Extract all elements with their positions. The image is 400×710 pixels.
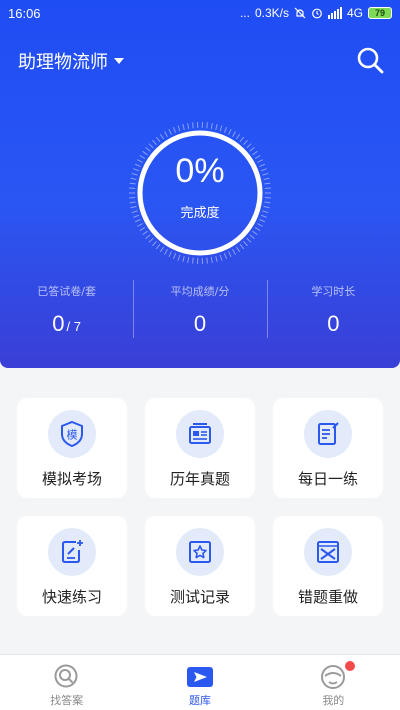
card-label: 错题重做 <box>297 588 358 606</box>
test-record-card[interactable]: 测试记录 <box>145 516 255 616</box>
network-type: 4G <box>346 6 363 20</box>
nav-profile[interactable]: 我的 <box>267 655 400 710</box>
card-label: 模拟考场 <box>41 470 102 488</box>
progress-label: 完成度 <box>180 206 220 221</box>
search-icon[interactable] <box>354 44 386 76</box>
network-speed: 0.3K/s <box>254 6 289 20</box>
search-answer-icon <box>54 664 78 688</box>
stat-total: / 7 <box>66 319 82 334</box>
status-dots: ... <box>239 6 250 20</box>
progress-ring: 0% 完成度 <box>127 120 273 266</box>
bottom-nav: 找答案 题库 我的 <box>0 654 400 710</box>
question-bank-icon <box>186 667 213 687</box>
nav-label: 题库 <box>188 694 211 707</box>
alarm-icon <box>312 8 322 19</box>
stat-answered-papers: 已答试卷/套 0/ 7 <box>0 280 133 340</box>
status-time: 16:06 <box>8 6 41 21</box>
quick-practice-card[interactable]: 快速练习 <box>17 516 127 616</box>
signal-icon <box>327 7 342 19</box>
stat-value: 0 <box>193 311 207 336</box>
hero-panel: 16:06 ... 0.3K/s 4G 79 助理物流师 0% 完成度 已答试卷… <box>0 0 400 368</box>
stat-study-time: 学习时长 0 <box>266 280 400 340</box>
stats-row: 已答试卷/套 0/ 7 平均成绩/分 0 学习时长 0 <box>0 280 400 340</box>
nav-label: 我的 <box>322 694 345 707</box>
stat-label: 已答试卷/套 <box>37 285 97 298</box>
svg-text:模: 模 <box>67 429 78 442</box>
daily-practice-card[interactable]: 每日一练 <box>273 398 383 498</box>
status-bar: 16:06 ... 0.3K/s 4G 79 <box>0 0 400 28</box>
nav-find-answer[interactable]: 找答案 <box>0 655 133 710</box>
nav-label: 找答案 <box>50 694 84 707</box>
stat-average-score: 平均成绩/分 0 <box>133 280 266 340</box>
quick-practice-icon <box>62 540 83 563</box>
feature-grid: 模 模拟考场 历年真题 每日一练 快速练习 测试记录 错题重做 <box>17 398 384 616</box>
card-label: 每日一练 <box>297 470 358 488</box>
past-papers-card[interactable]: 历年真题 <box>145 398 255 498</box>
card-label: 历年真题 <box>169 470 230 488</box>
card-label: 测试记录 <box>169 588 230 606</box>
subject-selector[interactable]: 助理物流师 <box>18 48 124 74</box>
mute-icon <box>294 7 306 19</box>
mock-exam-card[interactable]: 模 模拟考场 <box>17 398 127 498</box>
stat-value: 0 <box>52 311 65 336</box>
profile-icon <box>321 665 346 689</box>
exam-shield-icon: 模 <box>61 420 83 448</box>
chevron-down-icon <box>114 58 124 64</box>
nav-question-bank[interactable]: 题库 <box>133 655 266 710</box>
progress-percent: 0% <box>175 152 225 190</box>
stat-label: 平均成绩/分 <box>170 285 230 298</box>
status-right: ... 0.3K/s 4G 79 <box>240 6 392 20</box>
stat-value: 0 <box>327 311 340 336</box>
subject-title: 助理物流师 <box>18 52 108 73</box>
notification-badge <box>345 661 355 671</box>
past-papers-icon <box>189 423 211 444</box>
daily-practice-icon <box>318 422 339 445</box>
wrong-questions-card[interactable]: 错题重做 <box>273 516 383 616</box>
battery-icon: 79 <box>368 7 392 19</box>
card-label: 快速练习 <box>41 588 102 606</box>
stat-label: 学习时长 <box>311 285 356 298</box>
test-record-icon <box>189 541 211 563</box>
wrong-questions-icon <box>317 541 339 563</box>
